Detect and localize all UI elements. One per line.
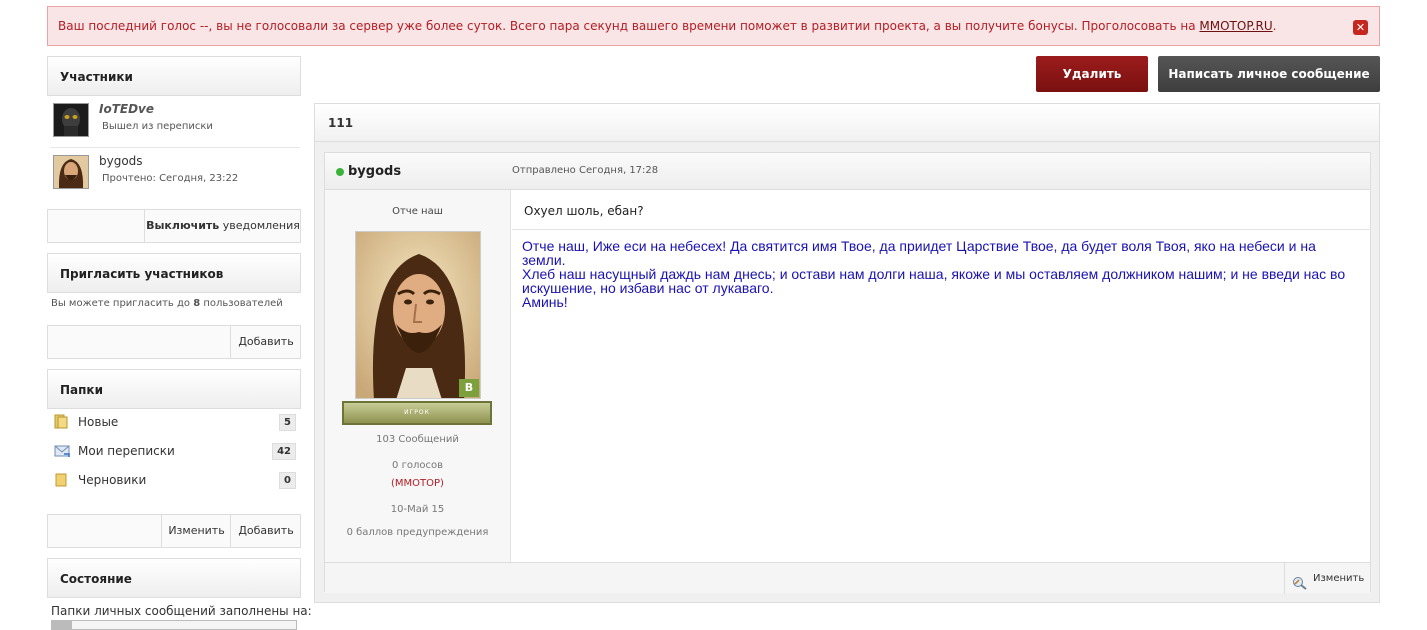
conversation-panel: 111 bygods Отправлено Сегодня, 17:28 Отч… xyxy=(314,103,1380,603)
mmotop-link[interactable]: MMOTOP.RU xyxy=(1199,19,1272,33)
state-header: Состояние xyxy=(47,558,301,598)
alert-text: Ваш последний голос --, вы не голосовали… xyxy=(58,19,1276,33)
invite-add-button[interactable]: Добавить xyxy=(230,326,301,358)
invite-header: Пригласить участников xyxy=(47,253,301,293)
folder-label[interactable]: Новые xyxy=(78,415,118,429)
invite-box: Добавить xyxy=(47,325,301,359)
folder-label[interactable]: Черновики xyxy=(78,473,146,487)
member-item[interactable]: bygods Прочтено: Сегодня, 23:22 xyxy=(47,151,301,197)
rank-plate: ИГРОК xyxy=(342,401,492,425)
progress-fill xyxy=(52,621,72,629)
post-subject: Охуел шоль, ебан? xyxy=(524,204,644,218)
vote-count: 0 голосов xyxy=(392,460,443,471)
avatar[interactable] xyxy=(53,103,89,137)
divider xyxy=(512,229,1370,230)
folders-add-button[interactable]: Добавить xyxy=(230,515,301,547)
message-line: Аминь! xyxy=(522,294,568,310)
folder-icon xyxy=(54,472,68,487)
member-item[interactable]: IoTEDve Вышел из переписки xyxy=(47,99,301,145)
post-date: Отправлено Сегодня, 17:28 xyxy=(512,165,659,176)
folder-count: 42 xyxy=(272,443,296,460)
author-info: Отче наш B ИГРОК 103 Сообщений 0 голосов… xyxy=(325,190,511,562)
member-name[interactable]: bygods xyxy=(99,154,143,168)
invite-hint-post: пользователей xyxy=(200,298,283,309)
delete-button[interactable]: Удалить xyxy=(1036,56,1148,92)
conversation-title: 111 xyxy=(315,104,1379,142)
write-pm-button[interactable]: Написать личное сообщение xyxy=(1158,56,1380,92)
message-line: Хлеб наш насущный даждь нам днесь; и ост… xyxy=(522,266,1346,282)
invite-hint: Вы можете пригласить до 8 пользователей xyxy=(51,298,283,309)
folder-count: 0 xyxy=(279,472,296,489)
post-edit-button[interactable]: Изменить xyxy=(1284,563,1370,594)
notify-bold: Выключить xyxy=(146,219,220,232)
post-edit-label: Изменить xyxy=(1313,573,1365,584)
folders-edit-button[interactable]: Изменить xyxy=(161,515,231,547)
post-count: 103 Сообщений xyxy=(376,434,459,445)
alert-message: Ваш последний голос --, вы не голосовали… xyxy=(58,19,1200,33)
mail-icon xyxy=(54,443,70,458)
user-title: Отче наш xyxy=(392,206,443,217)
folders-header: Папки xyxy=(47,369,301,409)
mmotop-vote-link[interactable]: (MMOTOP) xyxy=(325,478,510,489)
group-badge: B xyxy=(459,379,479,397)
folder-count: 5 xyxy=(279,414,296,431)
post-author[interactable]: bygods xyxy=(348,164,401,179)
message-line: искушение, но избави нас от лукаваго. xyxy=(522,280,774,296)
post-message: Отче наш, Иже еси на небесех! Да святитс… xyxy=(522,239,1362,309)
folder-conversations[interactable]: Мои переписки 42 xyxy=(52,440,298,466)
message-line: Отче наш, Иже еси на небесех! Да святитс… xyxy=(522,238,1316,268)
close-icon[interactable]: ✕ xyxy=(1353,20,1368,35)
participants-header: Участники xyxy=(47,56,301,96)
member-status: Вышел из переписки xyxy=(102,121,213,132)
avatar[interactable] xyxy=(53,155,89,189)
online-status-icon xyxy=(336,168,344,176)
edit-icon xyxy=(1292,572,1307,590)
author-avatar[interactable] xyxy=(355,231,481,399)
folder-label[interactable]: Мои переписки xyxy=(78,444,175,458)
warning-points: 0 баллов предупреждения xyxy=(346,527,489,538)
post: bygods Отправлено Сегодня, 17:28 Отче на… xyxy=(324,152,1371,594)
vote-alert: Ваш последний голос --, вы не голосовали… xyxy=(47,6,1380,46)
join-date: 10-Май 15 xyxy=(390,504,445,515)
divider xyxy=(50,147,300,148)
folder-new-icon xyxy=(54,414,68,429)
invite-hint-pre: Вы можете пригласить до xyxy=(51,298,194,309)
alert-tail: . xyxy=(1272,19,1277,33)
notifications-box: Выключить уведомления xyxy=(47,209,301,243)
folder-new[interactable]: Новые 5 xyxy=(52,411,298,437)
folder-drafts[interactable]: Черновики 0 xyxy=(52,469,298,495)
member-status: Прочтено: Сегодня, 23:22 xyxy=(102,173,239,184)
storage-label: Папки личных сообщений заполнены на: xyxy=(51,604,312,618)
notify-rest: уведомления xyxy=(219,219,300,232)
storage-progress-bar xyxy=(51,620,297,630)
post-footer: Изменить xyxy=(325,562,1370,594)
folders-actions: Изменить Добавить xyxy=(47,514,301,548)
post-header: bygods Отправлено Сегодня, 17:28 xyxy=(325,153,1370,190)
notifications-toggle-button[interactable]: Выключить уведомления xyxy=(144,210,301,242)
member-name[interactable]: IoTEDve xyxy=(99,102,154,116)
